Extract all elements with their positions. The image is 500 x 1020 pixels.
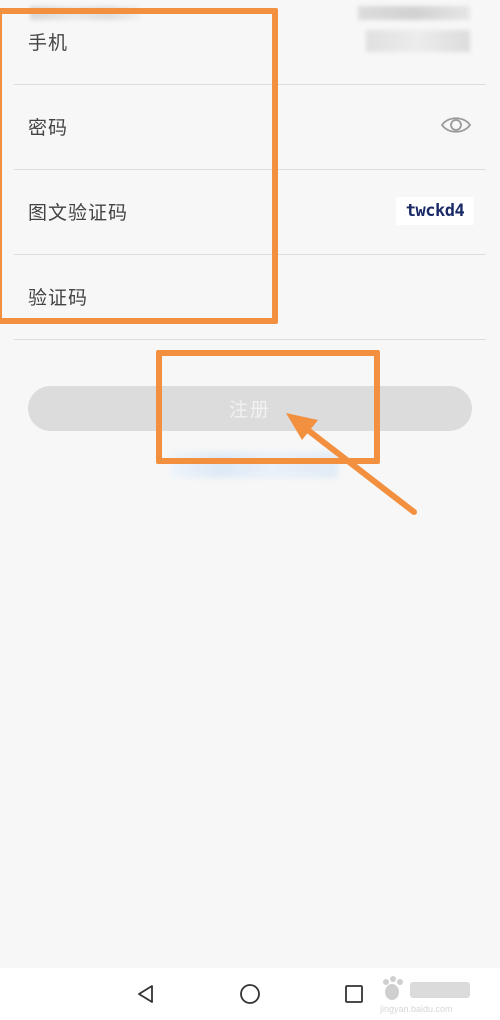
- watermark-text: jingyan.baidu.com: [380, 1004, 453, 1014]
- annotation-box-form: [0, 8, 278, 324]
- phone-input-blurred[interactable]: [366, 30, 470, 52]
- circle-home-icon[interactable]: [236, 980, 264, 1008]
- register-screen: 手机 密码 图文验证码 twckd4 验证码 注册 jingyan.baidu.…: [0, 0, 500, 1020]
- captcha-image[interactable]: twckd4: [396, 197, 474, 225]
- triangle-back-icon[interactable]: [132, 980, 160, 1008]
- baidu-watermark-logo: jingyan.baidu.com: [380, 976, 476, 1016]
- eye-icon[interactable]: [440, 113, 472, 137]
- annotation-box-button: [156, 350, 380, 464]
- square-recent-icon[interactable]: [340, 980, 368, 1008]
